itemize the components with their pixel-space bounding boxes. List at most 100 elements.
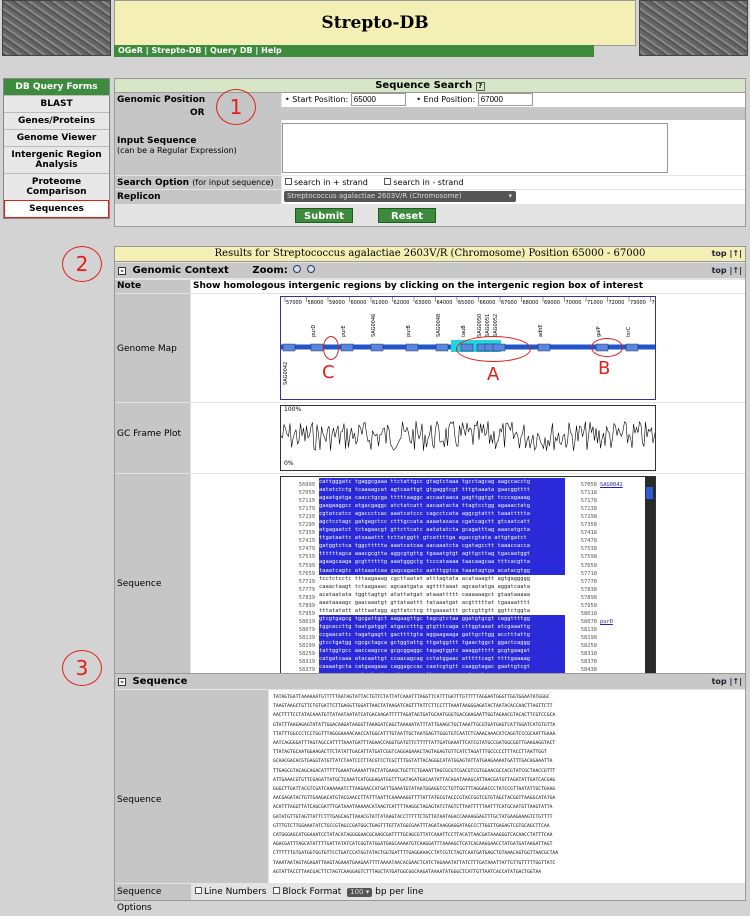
sequence-row: 57539ttttttagca aaacgcgtta aggcgtgttg tg… bbox=[281, 550, 643, 560]
end-label: • End Position: bbox=[416, 95, 476, 104]
scale-tick-label: 67000 bbox=[501, 300, 517, 306]
collapse-icon[interactable]: - bbox=[118, 267, 126, 275]
reset-button[interactable]: Reset bbox=[378, 208, 436, 223]
sequence-row-bases: tattggtgcc aaccaagcca gcgcggaggc tagagtg… bbox=[319, 646, 565, 656]
nav-strepto-db[interactable]: Strepto-DB bbox=[151, 46, 201, 55]
input-sequence-textarea[interactable] bbox=[282, 123, 668, 173]
scale-tick-label: 73000 bbox=[630, 300, 646, 306]
sequence-top-link[interactable]: top |↑| bbox=[712, 674, 742, 689]
gene-label: SAG0042 bbox=[283, 362, 289, 385]
sidebar-item-proteome[interactable]: Proteome Comparison bbox=[4, 173, 109, 200]
start-label: • Start Position: bbox=[285, 95, 349, 104]
sequence-text-line: AACGAGATACTGTTGAAGACATGTACGAACCTTATTTAAT… bbox=[273, 796, 556, 802]
sequence-row: 56999cattgggatc tgaggcgaaa ttctattgcc gt… bbox=[281, 478, 643, 488]
sequence-text-line: AACTTTTCCTATACAAATGTTATAATAATATCATGACAAG… bbox=[273, 713, 556, 719]
gc-plot-cell: 100% 0% bbox=[191, 403, 745, 473]
left-banner-image bbox=[2, 0, 111, 56]
scale-tick-label: 60000 bbox=[351, 300, 367, 306]
sequence-row-bases: aaataaaagc gaacaaatgt gttataattt tataaat… bbox=[319, 599, 530, 606]
help-icon[interactable]: ? bbox=[475, 82, 485, 91]
sequence-collapse-icon[interactable]: - bbox=[118, 678, 126, 686]
end-position-input[interactable] bbox=[477, 93, 533, 106]
gene-label: SAG0050 bbox=[477, 314, 483, 337]
scale-tick-label: 65000 bbox=[458, 300, 474, 306]
sequence-text-cell: TATAGTGATTAAAAAATGTTTTTAATAGTATTACTGTTCT… bbox=[269, 690, 745, 883]
search-panel-title: Sequence Search bbox=[375, 80, 473, 91]
sequence-row: 57419ttgataattc atsaaattt tcttatggtt gtc… bbox=[281, 534, 643, 544]
scale-tick-label: 68000 bbox=[523, 300, 539, 306]
sequence-row-bases: cgtatcatcc agaccctcac aaatcatccc cagcctc… bbox=[319, 510, 565, 519]
replicon-select[interactable]: Streptococcus agalactiae 2603V/R (Chromo… bbox=[284, 191, 516, 202]
gene-label: tsrC bbox=[626, 326, 632, 337]
sequence-text-line: TAAATAATAGTAGAGATTAAGTAGAAATGAAGAATTTTAA… bbox=[273, 860, 556, 866]
gene-box bbox=[435, 343, 449, 352]
start-position-input[interactable] bbox=[350, 93, 406, 106]
sequence-row: 57719tcctctcctc tttaagaaag cgcttaatat at… bbox=[281, 575, 643, 585]
minus-strand-checkbox[interactable] bbox=[384, 178, 392, 185]
gene-label: tauB bbox=[461, 325, 467, 337]
sequence-row-bases: tggcaccttg taatgatggt atgacctttg gtgtttc… bbox=[319, 622, 565, 631]
sidebar-item-sequences[interactable]: Sequences bbox=[4, 200, 109, 218]
zoom-out-icon[interactable] bbox=[306, 265, 315, 273]
line-numbers-checkbox[interactable] bbox=[195, 887, 202, 894]
search-panel: Sequence Search ? Genomic Position • Sta… bbox=[114, 78, 746, 227]
results-top-link[interactable]: top |↑| bbox=[712, 249, 742, 258]
sequence-row: 58259tattggtgcc aaccaagcca gcgcggaggc ta… bbox=[281, 646, 643, 657]
scale-tick-label: 64000 bbox=[437, 300, 453, 306]
sequence-row: 57179gaagaaggcc atgacgaggc atctatcatt aa… bbox=[281, 502, 643, 512]
sequence-row-bases: taaatcagtc attaaatcaa gagcagactc aatttgg… bbox=[319, 566, 565, 575]
genomic-position-fields: • Start Position: • End Position: bbox=[282, 93, 745, 107]
nav-bar: OGeR | Strepto-DB | Query DB | Help bbox=[114, 45, 594, 57]
viewer-scroll-thumb[interactable] bbox=[646, 487, 653, 499]
or-separator: OR bbox=[115, 107, 745, 120]
sidebar-item-genes-proteins[interactable]: Genes/Proteins bbox=[4, 112, 109, 129]
scale-tick-label: 71000 bbox=[587, 300, 603, 306]
annotation-oval-b bbox=[591, 338, 623, 357]
sequence-row: 58199gtcctgatgg cgcgctagca gctggtattg tt… bbox=[281, 638, 643, 649]
results-title: Results for Streptococcus agalactiae 260… bbox=[214, 248, 646, 259]
sequence-text-line: GCAACGACACGTGAGGTATGTTATCTAATCCCTTACGTCC… bbox=[273, 759, 553, 765]
note-label: Note bbox=[115, 280, 190, 293]
sequence-row-bases: ttttttagca aaacgcgtta aggcgtgttg tgaaatg… bbox=[319, 550, 565, 559]
zoom-in-icon[interactable] bbox=[293, 265, 302, 273]
block-format-label: Block Format bbox=[282, 887, 342, 897]
scale-tick-label: 69000 bbox=[544, 300, 560, 306]
sequence-text-line: AATCAGGGGATTTAGTAGCCATTTTAAATGATTTAGAACC… bbox=[273, 741, 556, 747]
scale-tick-label: 63000 bbox=[415, 300, 431, 306]
scale-tick-label: 61000 bbox=[372, 300, 388, 306]
gene-box bbox=[537, 343, 551, 352]
bp-per-line-label: bp per line bbox=[375, 887, 424, 897]
nav-oger[interactable]: OGeR bbox=[118, 46, 143, 55]
sequence-row-bases: atgagaatct tctagaacgt gttcttcatc aatatat… bbox=[319, 526, 565, 535]
sidebar-item-blast[interactable]: BLAST bbox=[4, 95, 109, 112]
block-format-checkbox[interactable] bbox=[273, 887, 281, 894]
plus-strand-checkbox[interactable] bbox=[285, 178, 292, 185]
nav-query-db[interactable]: Query DB bbox=[210, 46, 253, 55]
input-sequence-cell: Input Sequence (can be a Regular Express… bbox=[115, 120, 281, 175]
nav-help[interactable]: Help bbox=[261, 46, 282, 55]
search-option-cell: Search Option (for input sequence) bbox=[115, 176, 281, 189]
sidebar: DB Query Forms BLAST Genes/Proteins Geno… bbox=[3, 78, 110, 219]
sequence-row: 57779caaactaagt tctaagaaac agcaatgata ag… bbox=[281, 583, 643, 593]
sequence-text-line: GATATGTTGTAGTTATTCTTTGAGCAGTTAAACGTATTAT… bbox=[273, 814, 553, 820]
bp-select[interactable]: 100 ▾ bbox=[347, 888, 373, 897]
sidebar-item-genome-viewer[interactable]: Genome Viewer bbox=[4, 129, 109, 146]
line-numbers-label: Line Numbers bbox=[204, 887, 267, 897]
annotation-letter-a: A bbox=[487, 364, 500, 385]
genome-map-label: Genome Map bbox=[115, 294, 190, 402]
replicon-field: Streptococcus agalactiae 2603V/R (Chromo… bbox=[282, 190, 745, 204]
input-sequence-label: Input Sequence bbox=[117, 136, 197, 146]
submit-button[interactable]: Submit bbox=[295, 208, 353, 223]
sequence-row: 57239cgtatcatcc agaccctcac aaatcatccc ca… bbox=[281, 510, 643, 520]
sidebar-item-intergenic[interactable]: Intergenic Region Analysis bbox=[4, 146, 109, 173]
context-top-link[interactable]: top |↑| bbox=[712, 263, 742, 278]
sequence-row: 58079tggcaccttg taatgatggt atgacctttg gt… bbox=[281, 622, 643, 633]
scale-tick-label: 62000 bbox=[394, 300, 410, 306]
sequence-row: 58019gtcgtgagcg tgcgattgct aagaagttgc ta… bbox=[281, 614, 643, 625]
results-header: Results for Streptococcus agalactiae 260… bbox=[115, 247, 745, 262]
sequence-row-bases: agaagcaaga gcgttttttg aaatgggctg tcccata… bbox=[319, 558, 565, 567]
gene-label: SAG0048 bbox=[436, 314, 442, 337]
gene-box bbox=[370, 343, 384, 352]
scale-tick-label: 66000 bbox=[480, 300, 496, 306]
scale-tick-label: 59000 bbox=[329, 300, 345, 306]
